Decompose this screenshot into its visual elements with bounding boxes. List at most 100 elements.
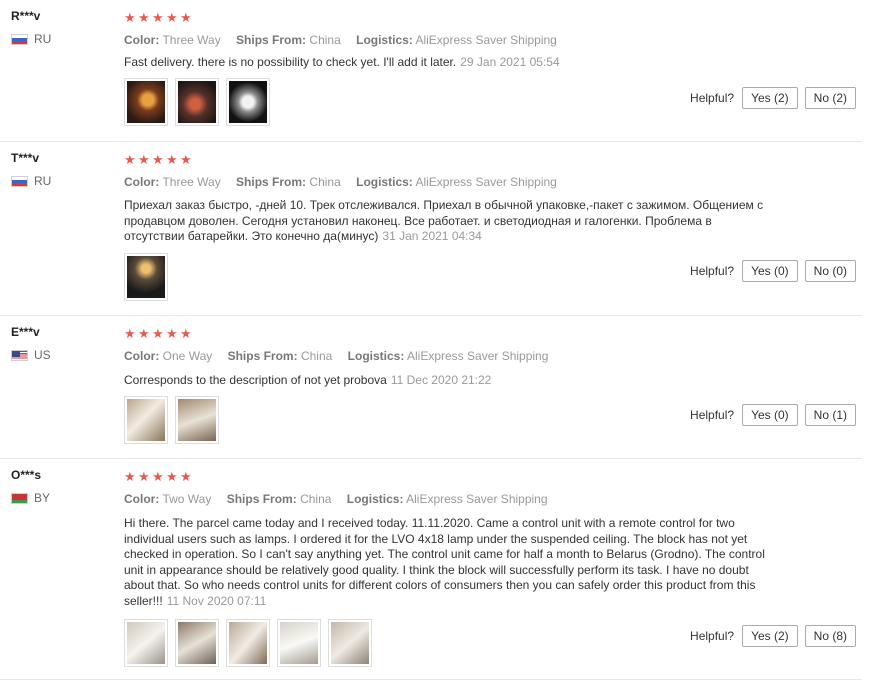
star-icon: ★ bbox=[138, 152, 151, 167]
star-icon: ★ bbox=[124, 469, 137, 484]
reviewer-name: T***v bbox=[11, 151, 40, 165]
star-icon: ★ bbox=[152, 152, 165, 167]
reviewer-name: O***s bbox=[11, 468, 42, 482]
review-photos bbox=[124, 619, 379, 667]
star-icon: ★ bbox=[138, 10, 151, 25]
ships-from-value: China bbox=[309, 175, 341, 189]
review-date: 11 Nov 2020 07:11 bbox=[166, 593, 267, 608]
star-icon: ★ bbox=[152, 10, 165, 25]
review-photo[interactable] bbox=[124, 78, 168, 126]
review-photo[interactable] bbox=[226, 78, 270, 126]
star-icon: ★ bbox=[166, 326, 179, 341]
ships-from-value: China bbox=[300, 492, 332, 506]
star-icon: ★ bbox=[180, 469, 193, 484]
star-icon: ★ bbox=[124, 152, 137, 167]
review-photos bbox=[124, 396, 226, 444]
helpful-no-button[interactable]: No (8) bbox=[804, 625, 856, 647]
order-info: Color: Three Way Ships From: China Logis… bbox=[124, 33, 569, 47]
star-icon: ★ bbox=[180, 10, 193, 25]
review-photo[interactable] bbox=[124, 619, 168, 667]
order-info: Color: Three Way Ships From: China Logis… bbox=[124, 175, 569, 189]
helpful-label: Helpful? bbox=[690, 629, 735, 643]
logistics-value: AliExpress Saver Shipping bbox=[406, 492, 548, 506]
helpful-label: Helpful? bbox=[690, 91, 735, 105]
logistics-value: AliExpress Saver Shipping bbox=[415, 175, 557, 189]
logistics-label: Logistics: bbox=[356, 175, 413, 189]
star-icon: ★ bbox=[166, 10, 179, 25]
ships-from-label: Ships From: bbox=[236, 33, 307, 47]
reviewer-name: E***v bbox=[11, 325, 40, 339]
ships-from-label: Ships From: bbox=[226, 492, 297, 506]
logistics-value: AliExpress Saver Shipping bbox=[415, 33, 557, 47]
star-icon: ★ bbox=[138, 326, 151, 341]
helpful-vote: Helpful? Yes (2) No (2) bbox=[690, 87, 856, 109]
flag-ru-icon bbox=[11, 33, 28, 45]
star-icon: ★ bbox=[166, 469, 179, 484]
ships-from-value: China bbox=[300, 349, 333, 363]
review-photo[interactable] bbox=[124, 396, 168, 444]
review-photo[interactable] bbox=[226, 619, 270, 667]
color-label: Color: bbox=[124, 349, 160, 363]
star-rating: ★ ★ ★ ★ ★ bbox=[124, 327, 194, 341]
reviewer-country: RU bbox=[11, 32, 51, 46]
reviewer-name: R***v bbox=[11, 9, 41, 23]
helpful-vote: Helpful? Yes (0) No (0) bbox=[690, 260, 856, 282]
review-text: Hi there. The parcel came today and I re… bbox=[124, 516, 774, 609]
helpful-no-button[interactable]: No (1) bbox=[804, 404, 856, 426]
color-label: Color: bbox=[124, 33, 160, 47]
color-value: Three Way bbox=[162, 175, 221, 189]
flag-ru-icon bbox=[11, 175, 28, 187]
logistics-label: Logistics: bbox=[346, 492, 404, 506]
logistics-value: AliExpress Saver Shipping bbox=[407, 349, 549, 363]
color-value: Two Way bbox=[162, 492, 212, 506]
helpful-yes-button[interactable]: Yes (2) bbox=[742, 625, 798, 647]
star-icon: ★ bbox=[180, 152, 193, 167]
logistics-label: Logistics: bbox=[347, 349, 405, 363]
review-photos bbox=[124, 253, 175, 301]
star-icon: ★ bbox=[152, 326, 165, 341]
review-photo[interactable] bbox=[175, 619, 219, 667]
reviewer-country: US bbox=[11, 348, 51, 362]
logistics-label: Logistics: bbox=[356, 33, 413, 47]
helpful-vote: Helpful? Yes (0) No (1) bbox=[690, 404, 856, 426]
review-date: 29 Jan 2021 05:54 bbox=[460, 55, 560, 69]
review-item: E***v US ★ ★ ★ ★ ★ Color: One Way Ships From… bbox=[0, 316, 862, 459]
color-value: Three Way bbox=[162, 33, 221, 47]
helpful-no-button[interactable]: No (0) bbox=[804, 260, 856, 282]
flag-by-icon bbox=[11, 492, 28, 504]
review-body: Fast delivery. there is no possibility t… bbox=[124, 55, 457, 69]
ships-from-label: Ships From: bbox=[236, 175, 307, 189]
helpful-no-button[interactable]: No (2) bbox=[804, 87, 856, 109]
country-code: RU bbox=[34, 32, 52, 46]
star-rating: ★ ★ ★ ★ ★ bbox=[124, 153, 194, 167]
review-text: Corresponds to the description of not ye… bbox=[124, 373, 774, 389]
order-info: Color: Two Way Ships From: China Logisti… bbox=[124, 492, 560, 506]
star-icon: ★ bbox=[138, 469, 151, 484]
color-label: Color: bbox=[124, 175, 160, 189]
reviewer-country: BY bbox=[11, 491, 50, 505]
star-rating: ★ ★ ★ ★ ★ bbox=[124, 470, 194, 484]
review-photo[interactable] bbox=[175, 78, 219, 126]
country-code: RU bbox=[34, 174, 52, 188]
helpful-yes-button[interactable]: Yes (0) bbox=[742, 260, 798, 282]
star-icon: ★ bbox=[166, 152, 179, 167]
review-photo[interactable] bbox=[277, 619, 321, 667]
review-item: R***v RU ★ ★ ★ ★ ★ Color: Three Way Ships Fr… bbox=[0, 0, 862, 142]
review-text: Приехал заказ быстро, -дней 10. Трек отс… bbox=[124, 198, 774, 245]
review-photo[interactable] bbox=[175, 396, 219, 444]
helpful-yes-button[interactable]: Yes (2) bbox=[742, 87, 798, 109]
helpful-label: Helpful? bbox=[690, 408, 735, 422]
color-value: One Way bbox=[162, 349, 213, 363]
review-photo[interactable] bbox=[328, 619, 372, 667]
ships-from-label: Ships From: bbox=[227, 349, 298, 363]
review-photo[interactable] bbox=[124, 253, 168, 301]
review-item: T***v RU ★ ★ ★ ★ ★ Color: Three Way Ships Fr… bbox=[0, 142, 862, 316]
flag-us-icon bbox=[11, 349, 28, 361]
country-code: US bbox=[34, 348, 51, 362]
review-date: 31 Jan 2021 04:34 bbox=[382, 229, 482, 243]
helpful-yes-button[interactable]: Yes (0) bbox=[742, 404, 798, 426]
star-icon: ★ bbox=[152, 469, 165, 484]
star-rating: ★ ★ ★ ★ ★ bbox=[124, 11, 194, 25]
star-icon: ★ bbox=[124, 10, 137, 25]
star-icon: ★ bbox=[124, 326, 137, 341]
